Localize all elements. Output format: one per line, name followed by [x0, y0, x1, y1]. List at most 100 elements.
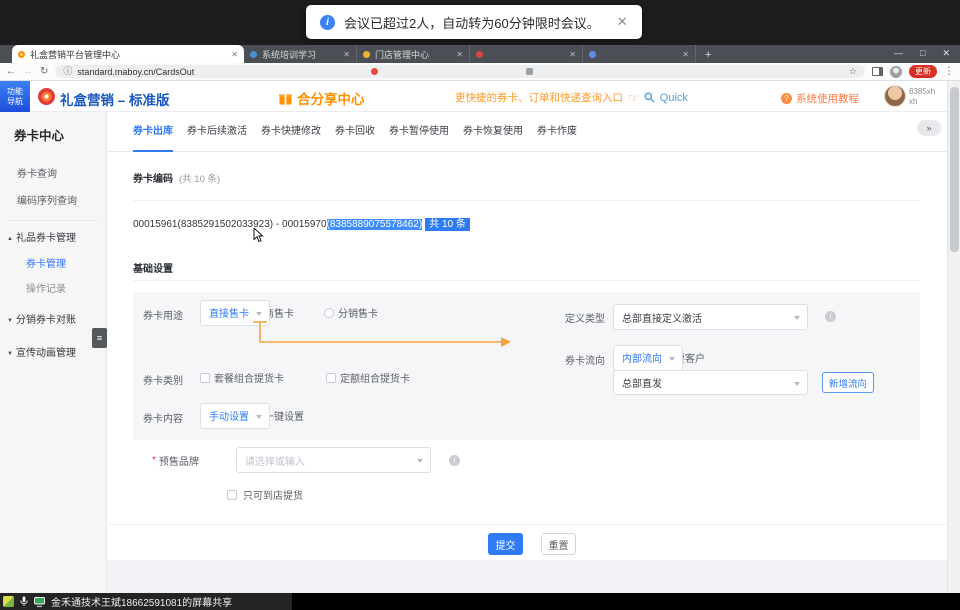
sidebar-item-operation-log[interactable]: 操作记录: [0, 277, 106, 302]
presale-brand-select[interactable]: 请选择或输入: [236, 447, 431, 473]
site-info-icon[interactable]: ⓘ: [63, 67, 72, 76]
sidebar-item-code-seq-query[interactable]: 编码序列查询: [0, 188, 106, 215]
tutorial-link[interactable]: ? 系统使用教程: [781, 91, 859, 106]
share-center-link[interactable]: 合分享中心: [279, 88, 365, 108]
option-label[interactable]: 套餐组合提货卡: [214, 370, 284, 385]
browser-menu-icon[interactable]: ⋮: [944, 66, 954, 77]
add-flow-button[interactable]: 新增流向: [822, 372, 874, 393]
sidebar-group-gift-cards[interactable]: ▲ 礼品券卡管理: [0, 226, 106, 252]
window-maximize-button[interactable]: □: [920, 48, 925, 59]
panel-collapse-button[interactable]: »: [917, 120, 941, 136]
screen: i 会议已超过2人，自动转为60分钟限时会议。 ✕ 礼盒营销平台管理中心 ✕ 系…: [0, 0, 960, 610]
screen-share-icon: [34, 597, 45, 607]
toast-close-button[interactable]: ✕: [617, 14, 628, 30]
tab-close-icon[interactable]: ✕: [569, 50, 576, 59]
reload-icon[interactable]: ↻: [40, 67, 48, 77]
sidebar-divider: [9, 220, 97, 221]
bookmark-star-icon[interactable]: ☆: [849, 66, 857, 77]
codes-count: (共 10 条): [179, 171, 220, 185]
info-icon: i: [320, 15, 335, 30]
submit-button[interactable]: 提交: [488, 533, 523, 555]
option-label[interactable]: 直接售卡: [200, 300, 270, 326]
sidebar-item-card-management[interactable]: 券卡管理: [0, 252, 106, 277]
browser-update-button[interactable]: 更新: [909, 65, 937, 78]
sidebar-collapse-handle[interactable]: ≡: [92, 328, 107, 348]
radio-direct-sale[interactable]: 直接售卡: [200, 308, 210, 318]
presale-brand-placeholder: 请选择或输入: [245, 453, 305, 468]
presale-brand-row: * 预售品牌 请选择或输入 i: [133, 447, 460, 473]
radio-manual-setup[interactable]: 手动设置: [200, 411, 210, 421]
browser-tab-2[interactable]: 系统培训学习 ✕: [244, 45, 357, 63]
browser-tab-4[interactable]: ✕: [470, 45, 583, 63]
function-nav-label: 功能导航: [6, 87, 24, 106]
define-type-select[interactable]: 总部直接定义激活: [613, 304, 808, 330]
share-user-avatar: [3, 596, 14, 607]
tab-card-later-activate[interactable]: 券卡后续激活: [187, 112, 247, 152]
checkbox-fixed-combo-pickup-card[interactable]: 定额组合提货卡: [326, 370, 410, 385]
option-label[interactable]: 分销售卡: [338, 305, 378, 320]
tab-card-resume[interactable]: 券卡恢复使用: [463, 112, 523, 152]
triangle-down-icon: ▼: [7, 340, 13, 368]
checkbox-icon[interactable]: [227, 490, 237, 500]
tab-close-icon[interactable]: ✕: [343, 50, 350, 59]
window-controls: — □ ✕: [894, 48, 950, 59]
checkbox-combo-pickup-card[interactable]: 套餐组合提货卡: [200, 370, 284, 385]
store-only-label[interactable]: 只可到店提货: [243, 487, 303, 502]
store-only-row[interactable]: 只可到店提货: [227, 487, 303, 502]
checkbox-icon[interactable]: [326, 373, 336, 383]
page-scrollbar[interactable]: [947, 81, 960, 593]
option-label[interactable]: 定额组合提货卡: [340, 370, 410, 385]
tutorial-label: 系统使用教程: [796, 91, 859, 106]
option-label[interactable]: 一键设置: [264, 408, 304, 423]
flow-select[interactable]: 总部直发: [613, 370, 808, 395]
radio-icon[interactable]: [324, 308, 334, 318]
address-bar[interactable]: ⓘ standard.maboy.cn/CardsOut ☆: [55, 65, 865, 78]
browser-profile-avatar[interactable]: [890, 66, 902, 78]
option-label[interactable]: 内部流向: [613, 345, 683, 371]
browser-tab-3[interactable]: 门店管理中心 ✕: [357, 45, 470, 63]
screen-share-bar: 金禾通技术王斌18662591081的屏幕共享: [0, 593, 960, 610]
browser-tab-active[interactable]: 礼盒营销平台管理中心 ✕: [12, 45, 244, 63]
user-avatar[interactable]: [884, 85, 906, 107]
back-icon[interactable]: ←: [6, 67, 16, 77]
radio-internal-flow[interactable]: 内部流向: [613, 353, 623, 363]
window-close-button[interactable]: ✕: [942, 48, 950, 59]
tab-card-void[interactable]: 券卡作废: [537, 112, 577, 152]
extension-indicator-icon: [526, 68, 533, 75]
user-info: 8385xh xh: [909, 87, 935, 107]
window-minimize-button[interactable]: —: [894, 48, 903, 59]
sidebar-group-distribution[interactable]: ▼ 分销券卡对账: [0, 307, 106, 335]
tab-close-icon[interactable]: ✕: [231, 50, 238, 59]
quick-link[interactable]: Quick: [660, 92, 688, 104]
tab-card-quick-edit[interactable]: 券卡快捷修改: [261, 112, 321, 152]
tab-favicon: [589, 51, 596, 58]
tab-close-icon[interactable]: ✕: [682, 50, 689, 59]
forward-icon[interactable]: →: [23, 67, 33, 77]
function-nav-badge[interactable]: 功能导航: [0, 81, 30, 112]
reset-button[interactable]: 重置: [541, 533, 576, 555]
tab-card-recycle[interactable]: 券卡回收: [335, 112, 375, 152]
brand-logo: [38, 88, 55, 105]
tab-card-pause[interactable]: 券卡暂停使用: [389, 112, 449, 152]
radio-distribution-sale[interactable]: 分销售卡: [324, 305, 378, 320]
sidebar-group-promo-animation[interactable]: ▼ 宣传动画管理: [0, 340, 106, 368]
divider: [133, 280, 920, 281]
url-text[interactable]: standard.maboy.cn/CardsOut: [77, 67, 194, 77]
flow-value: 总部直发: [622, 375, 662, 390]
checkbox-icon[interactable]: [200, 373, 210, 383]
tab-card-outbound[interactable]: 券卡出库: [133, 112, 173, 152]
tab-title: 门店管理中心: [375, 48, 451, 61]
new-tab-button[interactable]: +: [705, 49, 711, 61]
card-tabs-bar: 券卡出库 券卡后续激活 券卡快捷修改 券卡回收 券卡暂停使用 券卡恢复使用 券卡…: [107, 112, 947, 152]
sidebar-item-card-query[interactable]: 券卡查询: [0, 161, 106, 188]
option-label[interactable]: 手动设置: [200, 403, 270, 429]
scrollbar-thumb[interactable]: [950, 87, 959, 252]
search-icon: [644, 92, 655, 103]
flow-label: 券卡流向: [565, 352, 605, 367]
question-icon: ?: [781, 93, 792, 104]
promo-area: 更快捷的券卡、订单和快递查询入口 ☞ Quick: [455, 90, 688, 105]
usage-options: 直接售卡 电商售卡 分销售卡: [200, 305, 378, 320]
tab-close-icon[interactable]: ✕: [456, 50, 463, 59]
browser-tab-5[interactable]: ✕: [583, 45, 696, 63]
side-panel-icon[interactable]: [872, 67, 883, 76]
